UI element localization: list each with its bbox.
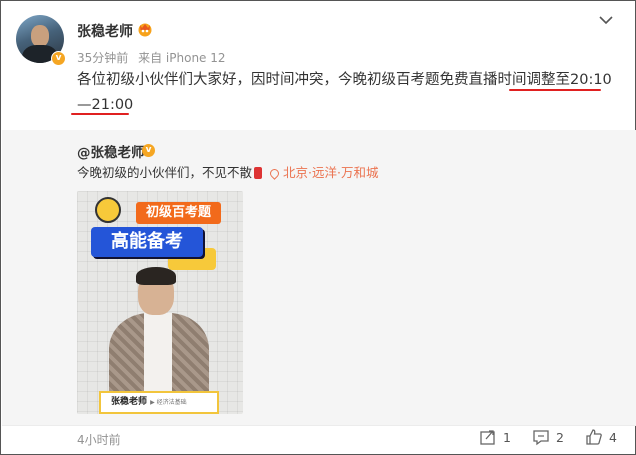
- repost-body: 今晚初级的小伙伴们，不见不散: [77, 165, 253, 180]
- poster-person-shirt: [144, 313, 172, 393]
- location-pin-icon: [268, 167, 281, 180]
- avatar-face: [31, 25, 49, 47]
- highlight-underline: [509, 89, 601, 91]
- repost-author[interactable]: @张稳老师: [77, 141, 145, 161]
- poster-title-top: 初级百考题: [136, 202, 221, 224]
- weibo-post-card: v 张稳老师 35分钟前 来自 iPhone 12 各位初级小伙伴们大家好，因时…: [0, 0, 636, 455]
- verified-icon: v: [51, 51, 66, 66]
- post-meta: 35分钟前 来自 iPhone 12: [77, 49, 232, 66]
- smiley-icon: [95, 197, 121, 223]
- poster-nameplate-name: 张稳老师: [111, 397, 148, 407]
- chevron-down-icon[interactable]: [598, 14, 614, 26]
- phone-emoji-icon: [254, 167, 263, 179]
- comment-count: 2: [556, 429, 564, 445]
- post-source: 来自 iPhone 12: [138, 51, 226, 65]
- highlight-underline: [71, 113, 129, 115]
- share-button[interactable]: 1: [479, 428, 511, 446]
- comment-icon: [533, 430, 549, 446]
- divider: [2, 425, 636, 426]
- poster-person-hair: [136, 267, 176, 285]
- poster-title-main: 高能备考: [91, 227, 203, 257]
- post-text: 各位初级小伙伴们大家好，因时间冲突，今晚初级百考题免费直播时间调整至20:10—…: [77, 72, 612, 113]
- post-time[interactable]: 35分钟前: [77, 51, 128, 65]
- poster-nameplate: 张稳老师 ▶ 经济法基础: [99, 391, 219, 414]
- poster-nameplate-sub: ▶ 经济法基础: [150, 399, 187, 406]
- comment-button[interactable]: 2: [532, 428, 564, 446]
- vip-badge-icon[interactable]: [137, 21, 153, 37]
- location-link[interactable]: 北京·远洋·万和城: [283, 165, 378, 180]
- repost-text: 今晚初级的小伙伴们，不见不散 北京·远洋·万和城: [77, 162, 378, 181]
- verified-icon: v: [142, 144, 155, 157]
- repost-image[interactable]: 初级百考题 高能备考 张稳老师 ▶ 经济法基础: [77, 191, 243, 414]
- repost-time[interactable]: 4小时前: [77, 431, 121, 448]
- like-button[interactable]: 4: [585, 428, 617, 446]
- share-count: 1: [503, 429, 511, 445]
- like-icon: [586, 429, 602, 445]
- share-icon: [480, 430, 495, 445]
- like-count: 4: [609, 429, 617, 445]
- post-author[interactable]: 张稳老师: [77, 21, 133, 41]
